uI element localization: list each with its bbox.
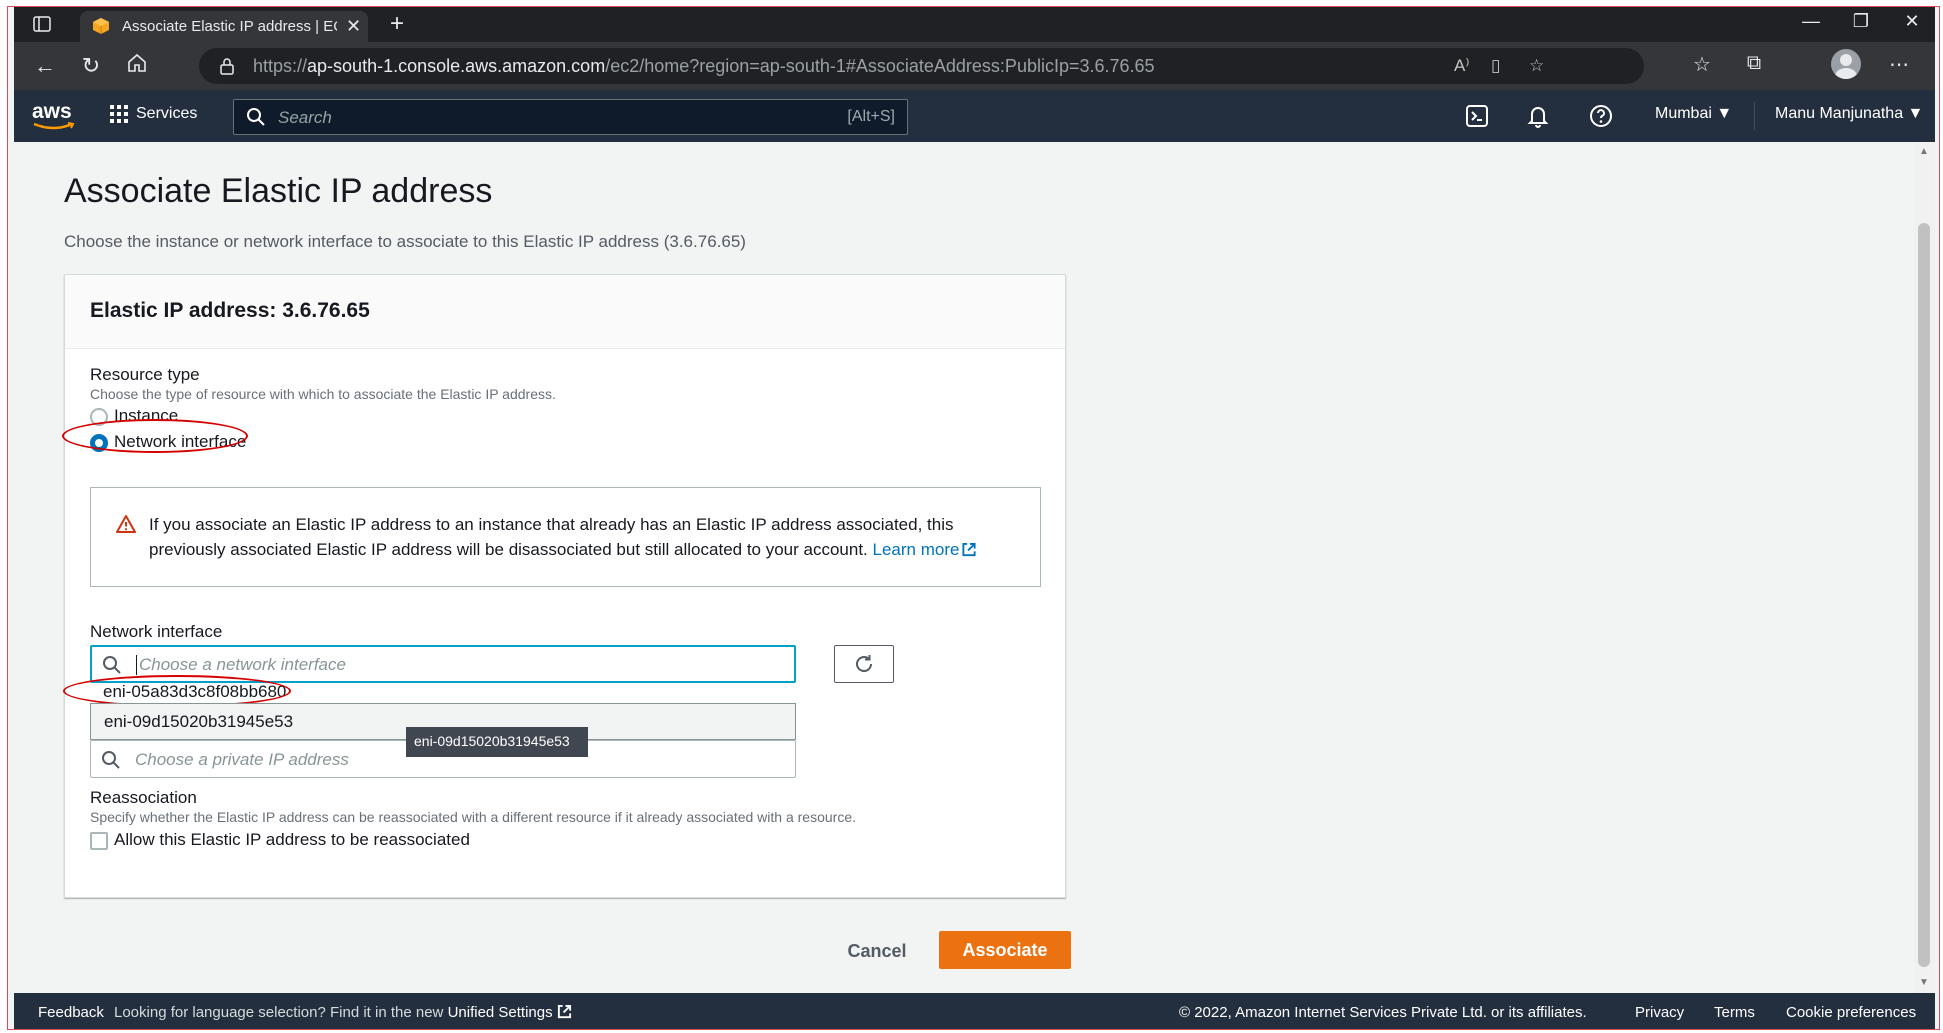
page-description: Choose the instance or network interface… xyxy=(64,232,746,251)
read-aloud-icon[interactable]: A⁾ xyxy=(1454,56,1470,76)
network-interface-placeholder: Choose a network interface xyxy=(136,655,346,675)
resource-type-hint: Choose the type of resource with which t… xyxy=(90,386,556,402)
associate-button[interactable]: Associate xyxy=(939,931,1071,969)
language-text: Looking for language selection? Find it … xyxy=(114,1004,444,1021)
search-icon xyxy=(102,751,120,769)
search-icon xyxy=(103,656,121,674)
reload-icon[interactable]: ↻ xyxy=(76,52,106,80)
terms-link[interactable]: Terms xyxy=(1714,1004,1755,1021)
collections-icon[interactable]: ⧉ xyxy=(1739,52,1769,75)
reassociate-checkbox[interactable] xyxy=(90,832,108,850)
reassociation-label: Reassociation xyxy=(90,788,197,807)
cancel-button[interactable]: Cancel xyxy=(832,933,922,969)
private-ip-placeholder: Choose a private IP address xyxy=(135,750,349,769)
help-icon[interactable] xyxy=(1588,103,1614,129)
address-bar[interactable]: https://ap-south-1.console.aws.amazon.co… xyxy=(199,48,1644,84)
refresh-button[interactable] xyxy=(834,645,894,683)
search-shortcut: [Alt+S] xyxy=(847,108,895,125)
network-interface-label: Network interface xyxy=(90,622,223,641)
tab-active[interactable]: Associate Elastic IP address | EC2 ✕ xyxy=(80,11,368,42)
restore-icon[interactable]: ❐ xyxy=(1846,11,1876,32)
services-button[interactable]: Services xyxy=(110,105,197,123)
alert-message: If you associate an Elastic IP address t… xyxy=(149,515,954,559)
unified-settings-link[interactable]: Unified Settings xyxy=(448,1004,572,1021)
external-link-icon xyxy=(557,1004,571,1019)
page-scrollbar[interactable]: ▲ ▼ xyxy=(1914,142,1935,993)
aws-cube-icon xyxy=(93,18,109,34)
browser-window: Associate Elastic IP address | EC2 ✕ + —… xyxy=(7,6,1940,1030)
refresh-icon xyxy=(856,655,872,672)
aws-search-input[interactable]: Search [Alt+S] xyxy=(233,99,908,135)
learn-more-link[interactable]: Learn more xyxy=(873,540,978,559)
aws-logo-text: aws xyxy=(32,100,72,123)
annotation-ellipse xyxy=(62,419,248,453)
language-notice: Looking for language selection? Find it … xyxy=(114,1004,572,1021)
option-tooltip: eni-09d15020b31945e53 xyxy=(406,727,588,757)
back-icon[interactable]: ← xyxy=(30,52,60,80)
resource-type-label: Resource type xyxy=(90,365,200,384)
scroll-down-icon[interactable]: ▼ xyxy=(1919,977,1929,988)
scroll-up-icon[interactable]: ▲ xyxy=(1919,146,1929,157)
panel-header: Elastic IP address: 3.6.76.65 xyxy=(65,275,1065,349)
external-link-icon xyxy=(962,542,977,557)
search-icon xyxy=(247,108,265,126)
region-selector[interactable]: Mumbai ▼ xyxy=(1655,105,1732,123)
search-placeholder: Search xyxy=(278,108,332,127)
warning-alert: If you associate an Elastic IP address t… xyxy=(90,487,1041,587)
cookie-preferences-link[interactable]: Cookie preferences xyxy=(1786,1004,1916,1021)
browser-toolbar: ← ↻ https://ap-south-1.console.aws.amazo… xyxy=(14,42,1935,90)
home-icon[interactable] xyxy=(122,52,152,80)
grid-icon xyxy=(110,105,128,123)
reassociate-checkbox-label[interactable]: Allow this Elastic IP address to be reas… xyxy=(114,830,470,850)
close-window-icon[interactable]: ✕ xyxy=(1897,11,1927,32)
reassociation-hint: Specify whether the Elastic IP address c… xyxy=(90,809,856,825)
immersive-reader-icon[interactable]: ▯ xyxy=(1491,56,1500,76)
url-text[interactable]: https://ap-south-1.console.aws.amazon.co… xyxy=(253,56,1155,77)
account-menu[interactable]: Manu Manjunatha ▼ xyxy=(1775,105,1923,123)
privacy-link[interactable]: Privacy xyxy=(1635,1004,1684,1021)
aws-logo[interactable]: aws xyxy=(32,100,82,130)
copyright-text: © 2022, Amazon Internet Services Private… xyxy=(1179,1004,1587,1021)
main-content: Associate Elastic IP address Choose the … xyxy=(14,142,1914,993)
more-options-icon[interactable]: ⋯ xyxy=(1884,52,1914,77)
elastic-ip-panel: Elastic IP address: 3.6.76.65 Resource t… xyxy=(62,274,1066,898)
page-footer: Feedback Looking for language selection?… xyxy=(14,993,1935,1029)
aws-top-nav: aws Services Search [Alt+S] Mumbai ▼ Man… xyxy=(14,90,1935,142)
services-label: Services xyxy=(136,105,198,122)
favorites-icon[interactable]: ☆ xyxy=(1687,52,1717,77)
tab-close-icon[interactable]: ✕ xyxy=(346,16,361,37)
panel-title: Elastic IP address: 3.6.76.65 xyxy=(90,299,370,322)
cloudshell-icon[interactable] xyxy=(1464,103,1490,129)
page-title: Associate Elastic IP address xyxy=(64,172,493,210)
tab-strip: Associate Elastic IP address | EC2 ✕ + —… xyxy=(14,7,1935,42)
tab-title: Associate Elastic IP address | EC2 xyxy=(122,18,337,35)
profile-avatar[interactable] xyxy=(1831,49,1861,79)
sidebar-toggle-icon[interactable] xyxy=(32,15,52,35)
new-tab-icon[interactable]: + xyxy=(390,10,404,38)
add-favorite-icon[interactable]: ☆ xyxy=(1529,56,1544,76)
nav-divider xyxy=(1754,102,1755,130)
warning-icon xyxy=(116,515,136,533)
lock-icon[interactable] xyxy=(219,57,235,75)
minimize-icon[interactable]: — xyxy=(1796,11,1826,32)
feedback-link[interactable]: Feedback xyxy=(38,1004,104,1021)
alert-text: If you associate an Elastic IP address t… xyxy=(149,512,1019,562)
scroll-thumb[interactable] xyxy=(1918,223,1930,967)
notifications-bell-icon[interactable] xyxy=(1525,103,1551,129)
